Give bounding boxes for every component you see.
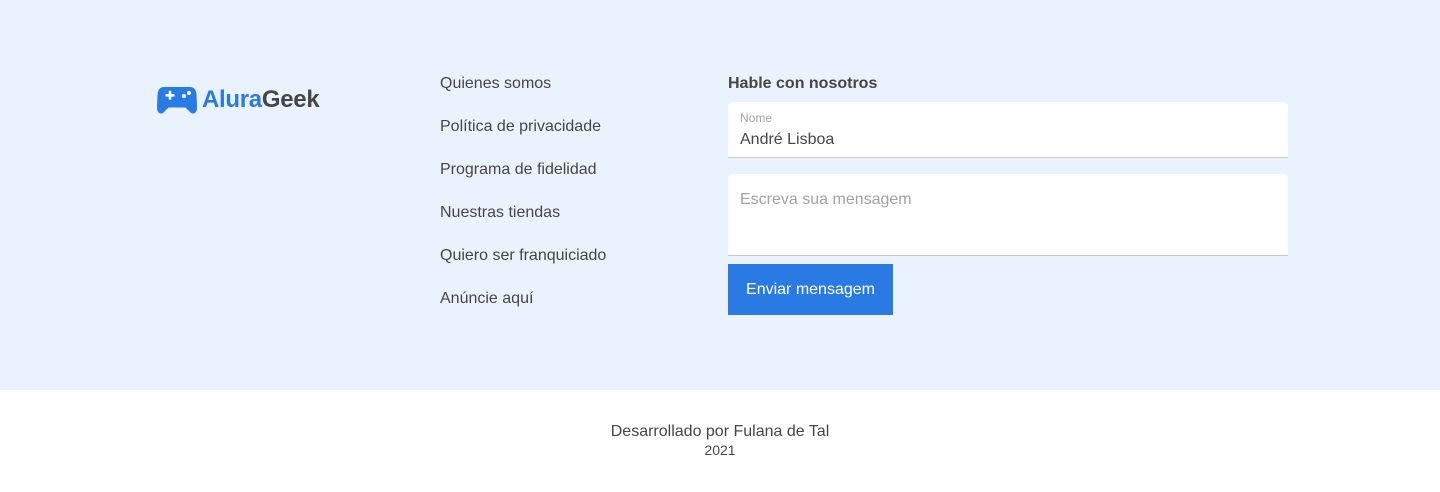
- alurageek-logo[interactable]: AluraGeek: [157, 85, 320, 115]
- logo-text-geek: Geek: [261, 86, 320, 113]
- footer-link-politica-privacidade[interactable]: Política de privacidade: [440, 117, 606, 160]
- footer-link-nuestras-tiendas[interactable]: Nuestras tiendas: [440, 203, 606, 246]
- footer-link-quienes-somos[interactable]: Quienes somos: [440, 74, 606, 117]
- gamepad-icon: [157, 87, 197, 114]
- footer-link-franquiciado[interactable]: Quiero ser franquiciado: [440, 246, 606, 289]
- name-field[interactable]: Nome: [728, 102, 1288, 158]
- name-field-label: Nome: [740, 111, 773, 125]
- copyright-year: 2021: [704, 442, 736, 458]
- site-footer: AluraGeek Quienes somos Política de priv…: [0, 0, 1440, 492]
- message-textarea[interactable]: [740, 191, 1275, 246]
- footer-link-anuncie-aqui[interactable]: Anúncie aquí: [440, 289, 606, 332]
- developer-credit: Desarrollado por Fulana de Tal: [610, 423, 830, 440]
- logo-wordmark: AluraGeek: [202, 86, 320, 114]
- footer-links-list: Quienes somos Política de privacidade Pr…: [440, 74, 606, 332]
- message-field[interactable]: [728, 174, 1288, 256]
- footer-link-programa-fidelidad[interactable]: Programa de fidelidad: [440, 160, 606, 203]
- contact-form-title: Hable con nosotros: [728, 75, 878, 92]
- send-message-button[interactable]: Enviar mensagem: [728, 264, 893, 315]
- logo-text-alura: Alura: [202, 86, 262, 113]
- contact-form: Hable con nosotros Nome Enviar mensagem: [728, 74, 1288, 315]
- name-input[interactable]: [740, 131, 1270, 149]
- footer-bottom-section: Desarrollado por Fulana de Tal 2021: [0, 390, 1440, 492]
- footer-top-section: AluraGeek Quienes somos Política de priv…: [0, 0, 1440, 390]
